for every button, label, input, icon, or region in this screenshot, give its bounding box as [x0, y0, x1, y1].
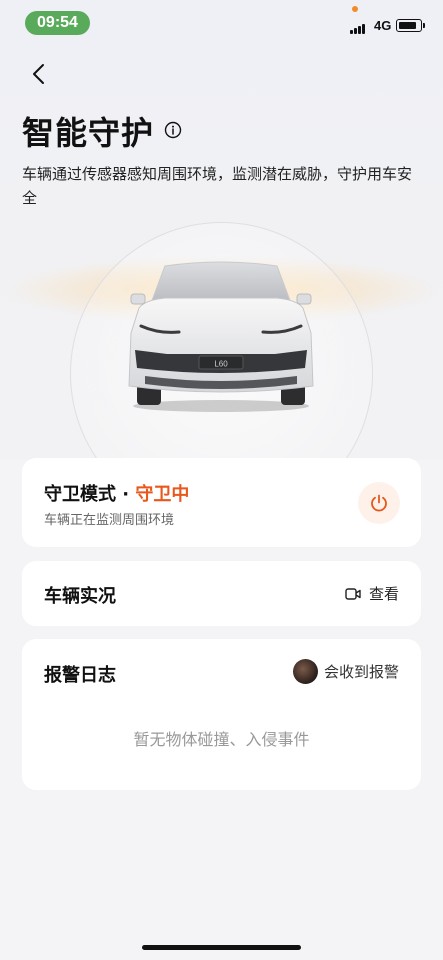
- alarm-log-title: 报警日志: [44, 665, 116, 686]
- privacy-indicator-dot: [352, 6, 358, 12]
- page-title: 智能守护: [22, 114, 155, 152]
- battery-icon: [396, 19, 425, 32]
- guard-mode-status: 守卫中: [135, 484, 190, 505]
- view-live-button[interactable]: 查看: [345, 583, 399, 604]
- page-subtitle: 车辆通过传感器感知周围环境，监测潜在威胁，守护用车安全: [22, 165, 413, 207]
- network-type: 4G: [374, 18, 392, 33]
- vehicle-live-title: 车辆实况: [44, 586, 116, 607]
- guard-mode-label: 守卫模式: [44, 484, 116, 505]
- guard-mode-description: 车辆正在监测周围环境: [44, 513, 175, 528]
- vehicle-live-card[interactable]: 车辆实况 查看: [22, 561, 421, 626]
- view-live-label: 查看: [368, 585, 399, 603]
- car-plate: L60: [214, 360, 228, 369]
- car-image: L60: [128, 261, 314, 412]
- back-button[interactable]: [26, 61, 52, 87]
- alarm-receiver[interactable]: 会收到报警: [292, 659, 399, 684]
- status-time: 09:54: [25, 11, 90, 35]
- alarm-log-card: 报警日志 会收到报警 暂无物体碰撞、入侵事件: [22, 639, 421, 790]
- camera-icon: [345, 587, 361, 600]
- power-icon: [371, 494, 387, 512]
- status-bar: 09:54 4G: [0, 0, 443, 44]
- alarm-empty-text: 暂无物体碰撞、入侵事件: [133, 730, 310, 749]
- info-icon[interactable]: [164, 121, 182, 139]
- chevron-left-icon: [33, 64, 44, 84]
- guard-mode-title: 守卫模式 · 守卫中: [44, 480, 189, 506]
- guard-mode-card: 守卫模式 · 守卫中 车辆正在监测周围环境: [22, 458, 421, 547]
- signal-icon: [350, 22, 370, 34]
- guard-mode-separator: ·: [116, 484, 136, 505]
- home-indicator[interactable]: [142, 945, 301, 950]
- guard-power-button[interactable]: [358, 482, 400, 524]
- alarm-receiver-label: 会收到报警: [323, 663, 399, 681]
- avatar: [292, 659, 318, 684]
